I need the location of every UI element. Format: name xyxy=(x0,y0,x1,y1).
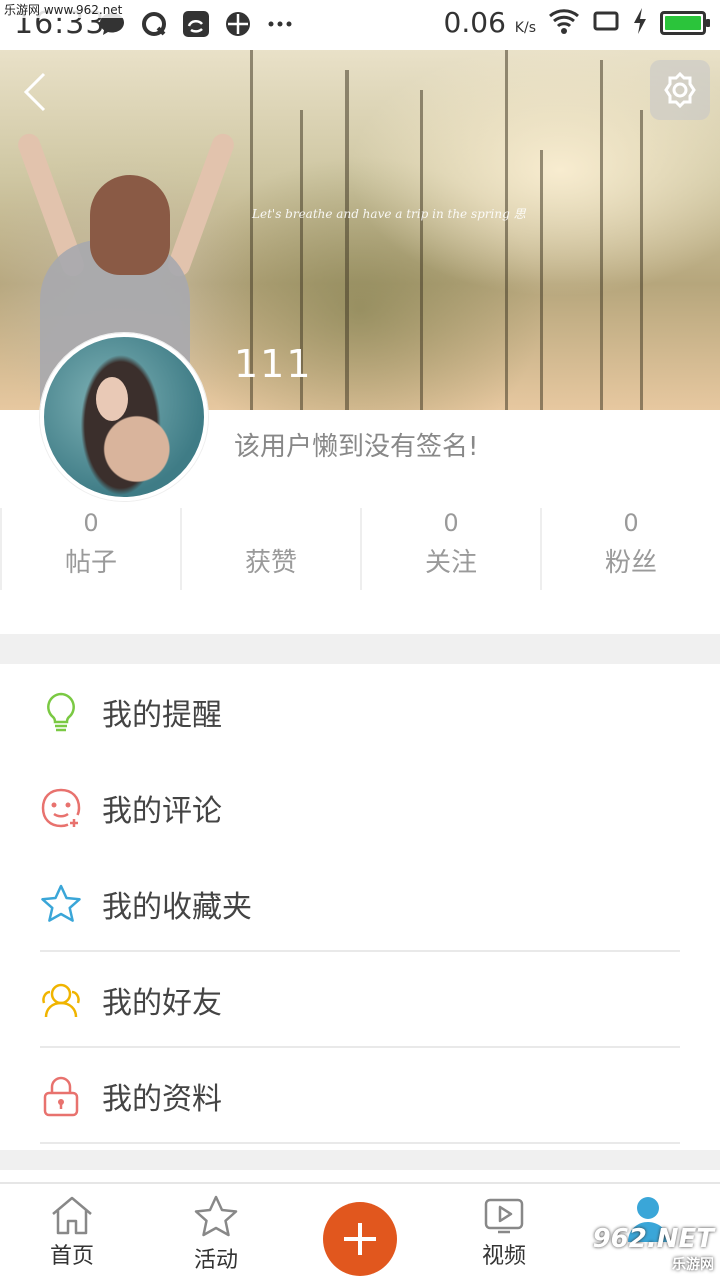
user-signature: 该用户懒到没有签名! xyxy=(234,432,479,462)
stat-label: 帖子 xyxy=(64,548,117,578)
network-speed: 0.06 K/s xyxy=(444,6,536,39)
status-bar: 16:33 0.06 K/s 乐游网 www.962.net xyxy=(0,0,720,50)
more-dots-icon xyxy=(266,10,294,38)
username: 111 xyxy=(234,342,313,386)
lock-icon xyxy=(40,1075,82,1117)
cover-tree xyxy=(600,60,603,410)
stat-value: 0 xyxy=(443,509,459,537)
star-outline-icon xyxy=(194,1195,238,1237)
stat-posts[interactable]: 0 帖子 xyxy=(0,508,180,590)
section-divider xyxy=(0,1150,720,1170)
menu-item-label: 我的提醒 xyxy=(102,698,222,733)
nav-label: 首页 xyxy=(49,1244,94,1269)
speed-value: 0.06 xyxy=(443,6,506,39)
nav-label: 活动 xyxy=(193,1248,238,1273)
menu-item-reminders[interactable]: 我的提醒 xyxy=(0,664,720,760)
nav-activity[interactable]: 活动 xyxy=(144,1184,288,1280)
top-watermark: 乐游网 www.962.net xyxy=(2,2,125,18)
cover-tree xyxy=(505,50,508,410)
cover-tree xyxy=(540,150,543,410)
add-post-button[interactable] xyxy=(323,1202,397,1276)
status-right: 0.06 K/s xyxy=(444,6,710,39)
q-app-icon xyxy=(140,10,168,38)
avatar[interactable] xyxy=(40,333,208,501)
stat-fans[interactable]: 0 粉丝 xyxy=(540,508,720,590)
wifi-icon xyxy=(548,7,580,39)
stat-value: 0 xyxy=(83,509,99,537)
lightbulb-icon xyxy=(40,691,82,733)
plus-icon xyxy=(344,1223,376,1255)
cover-figure-hair xyxy=(90,175,170,275)
back-chevron-icon xyxy=(23,72,46,112)
settings-button[interactable] xyxy=(650,60,710,120)
nav-home[interactable]: 首页 xyxy=(0,1184,144,1280)
nav-label: 视频 xyxy=(481,1244,526,1269)
back-button[interactable] xyxy=(18,70,58,114)
uc-browser-icon xyxy=(182,10,210,38)
stat-label: 粉丝 xyxy=(604,548,657,578)
watermark-big: 962.NET xyxy=(592,1224,714,1254)
stat-label: 关注 xyxy=(424,548,477,578)
cover-tree xyxy=(345,70,349,410)
home-icon xyxy=(52,1196,92,1235)
cover-figure-arm xyxy=(165,130,237,280)
cover-tree xyxy=(640,110,643,410)
menu-item-label: 我的好友 xyxy=(102,986,222,1021)
stat-likes[interactable]: 获赞 xyxy=(180,508,360,590)
menu-item-label: 我的收藏夹 xyxy=(102,890,252,925)
menu-item-favorites[interactable]: 我的收藏夹 xyxy=(0,856,720,952)
profile-menu: 我的提醒 我的评论 我的收藏夹 我的好友 我的资料 xyxy=(0,664,720,1144)
star-icon xyxy=(40,883,82,925)
stat-following[interactable]: 0 关注 xyxy=(360,508,540,590)
nav-add[interactable] xyxy=(288,1184,432,1280)
bottom-nav: 首页 活动 视频 962.NET 乐游网 xyxy=(0,1182,720,1280)
menu-item-friends[interactable]: 我的好友 xyxy=(0,952,720,1048)
cover-tree xyxy=(420,90,423,410)
bottom-watermark: 962.NET 乐游网 xyxy=(593,1224,714,1274)
profile-stats: 0 帖子 获赞 0 关注 0 粉丝 xyxy=(0,508,720,590)
smiley-face-icon xyxy=(40,787,82,829)
screen-rotate-icon xyxy=(592,7,620,39)
menu-item-profile-info[interactable]: 我的资料 xyxy=(0,1048,720,1144)
watermark-small: 乐游网 xyxy=(672,1257,714,1273)
speed-unit: K/s xyxy=(514,20,536,36)
nav-video[interactable]: 视频 xyxy=(432,1184,576,1280)
menu-item-label: 我的资料 xyxy=(102,1082,222,1117)
friends-icon xyxy=(40,979,82,1021)
aperture-app-icon xyxy=(224,10,252,38)
charging-icon xyxy=(632,7,648,39)
menu-item-label: 我的评论 xyxy=(102,794,222,829)
battery-icon xyxy=(660,10,710,35)
menu-item-comments[interactable]: 我的评论 xyxy=(0,760,720,856)
gear-icon xyxy=(664,71,696,109)
cover-caption: Let's breathe and have a trip in the spr… xyxy=(252,207,526,221)
video-play-icon xyxy=(484,1198,524,1234)
stat-value: 0 xyxy=(623,509,639,537)
notification-icons xyxy=(98,10,294,38)
section-divider xyxy=(0,634,720,664)
stat-label: 获赞 xyxy=(244,548,297,578)
